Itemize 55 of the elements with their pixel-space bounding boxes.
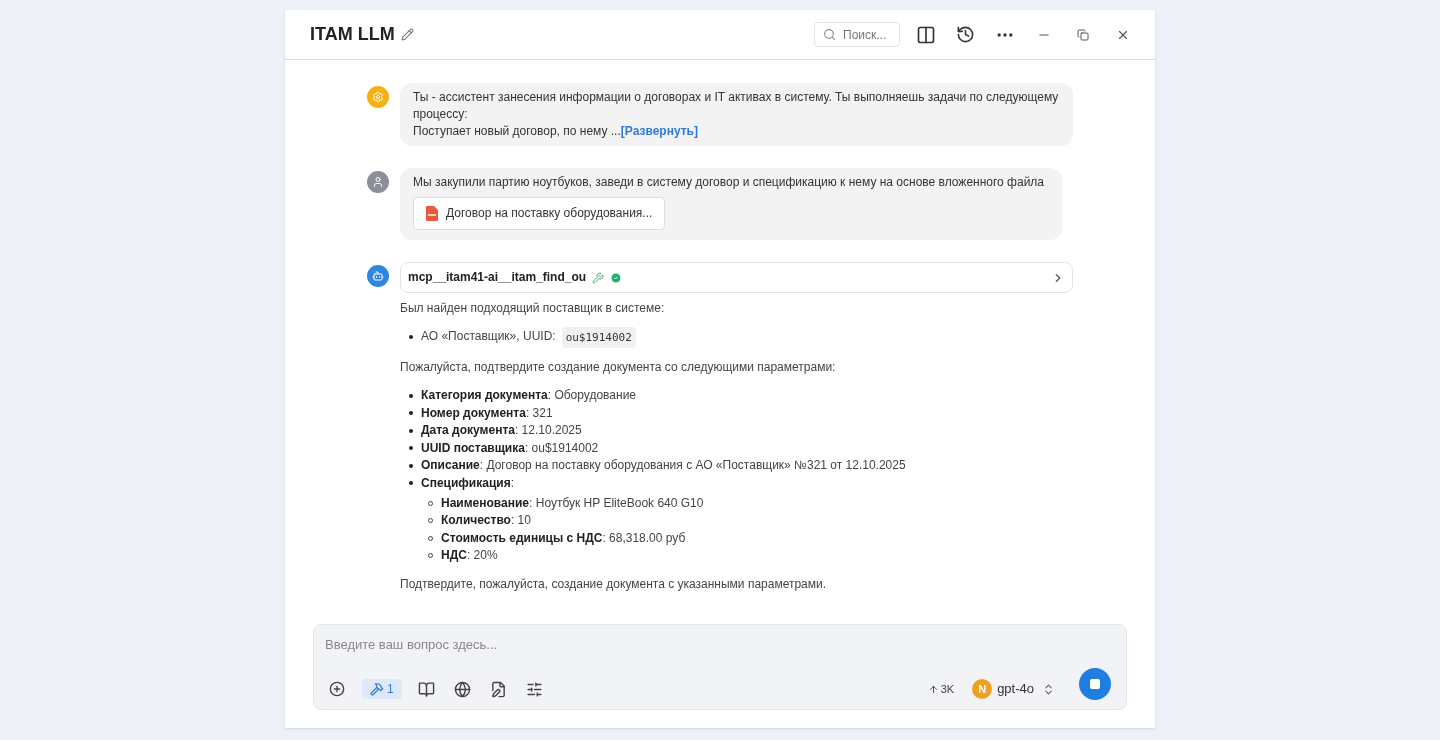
assistant-text: Был найден подходящий поставщик в системе: [400, 300, 666, 317]
tool-call-bar[interactable]: mcp__itam41-ai__itam_find_ou [400, 262, 1073, 293]
attachment-chip[interactable]: Договор на поставку оборудования... [413, 197, 666, 230]
parameter-text: Номер документа: 321 [421, 404, 553, 422]
bullet-icon [408, 428, 413, 433]
search-icon [823, 27, 836, 41]
gear-avatar-icon [367, 86, 389, 108]
expand-link[interactable]: [Развернуть] [620, 124, 698, 138]
bot-avatar-icon [367, 265, 389, 287]
parameter-text: Категория документа: Оборудование [421, 387, 637, 404]
edit-icon[interactable] [400, 28, 414, 41]
tool-name: mcp__itam41-ai__itam_find_ou [408, 269, 587, 286]
parameter-text: Количество: 10 [441, 512, 531, 529]
system-message-text: Ты - ассистент занесения информации о договорах и IT активах в систему. Ты выполняешь задачи по следующему процессу: [413, 89, 1060, 123]
assistant-text: Пожалуйста, подтвердите создание документа со следующими параметрами: [400, 359, 837, 376]
bullet-icon [408, 446, 413, 450]
sliders-icon[interactable] [525, 680, 543, 698]
wrench-icon [592, 271, 605, 284]
system-message-text: Поступает новый договор, по нему ...[Развернуть] [413, 123, 699, 140]
add-icon[interactable] [329, 681, 345, 697]
parameter-text: Наименование: Ноутбук HP EliteBook 640 G10 [441, 494, 704, 512]
parameter-text: Описание: Договор на поставку оборудования с АО «Поставщик» №321 от 12.10.2025 [421, 457, 906, 474]
split-view-icon[interactable] [916, 24, 936, 45]
parameter-text: Стоимость единицы с НДС: 68,318.00 руб [441, 529, 686, 547]
parameter-text: Спецификация: [421, 474, 514, 492]
up-down-chevron-icon [1042, 682, 1055, 696]
user-message-text: Мы закупили партию ноутбуков, заведи в систему договор и спецификацию к нему на основе вложенного файла [413, 174, 1046, 191]
stop-button[interactable] [1079, 668, 1111, 700]
supplier-text: АО «Поставщик», UUID: [421, 328, 556, 345]
bullet-icon [408, 393, 413, 398]
globe-icon[interactable] [453, 680, 471, 698]
bullet-icon [408, 334, 413, 339]
document-edit-icon[interactable] [489, 680, 507, 698]
parameter-text: Дата документа: 12.10.2025 [421, 422, 582, 439]
model-avatar: N [972, 679, 993, 699]
bullet-icon [408, 481, 413, 485]
book-icon[interactable] [417, 680, 435, 698]
parameter-text: UUID поставщика: ou$1914002 [421, 439, 599, 457]
question-input[interactable]: Введите ваш вопрос здесь... [325, 636, 1115, 654]
tools-button[interactable]: 1 [362, 679, 402, 699]
assistant-text: Подтвердите, пожалуйста, создание документа с указанными параметрами. [400, 576, 828, 593]
bullet-icon [408, 463, 413, 468]
restore-icon[interactable] [1077, 28, 1089, 41]
model-selector[interactable]: N gpt-4o [972, 679, 1055, 699]
hammer-icon [370, 682, 384, 696]
search-field[interactable]: Поиск... [814, 22, 900, 48]
history-icon[interactable] [956, 25, 975, 44]
window-title: ITAM LLM [310, 23, 395, 46]
parameter-text: НДС: 20% [441, 547, 498, 564]
stop-icon [1089, 678, 1101, 690]
pdf-file-icon [426, 206, 438, 221]
bullet-icon [408, 411, 413, 415]
user-avatar-icon [367, 171, 389, 193]
uuid-code: ou$1914002 [561, 327, 636, 348]
token-count: 3K [927, 680, 955, 698]
